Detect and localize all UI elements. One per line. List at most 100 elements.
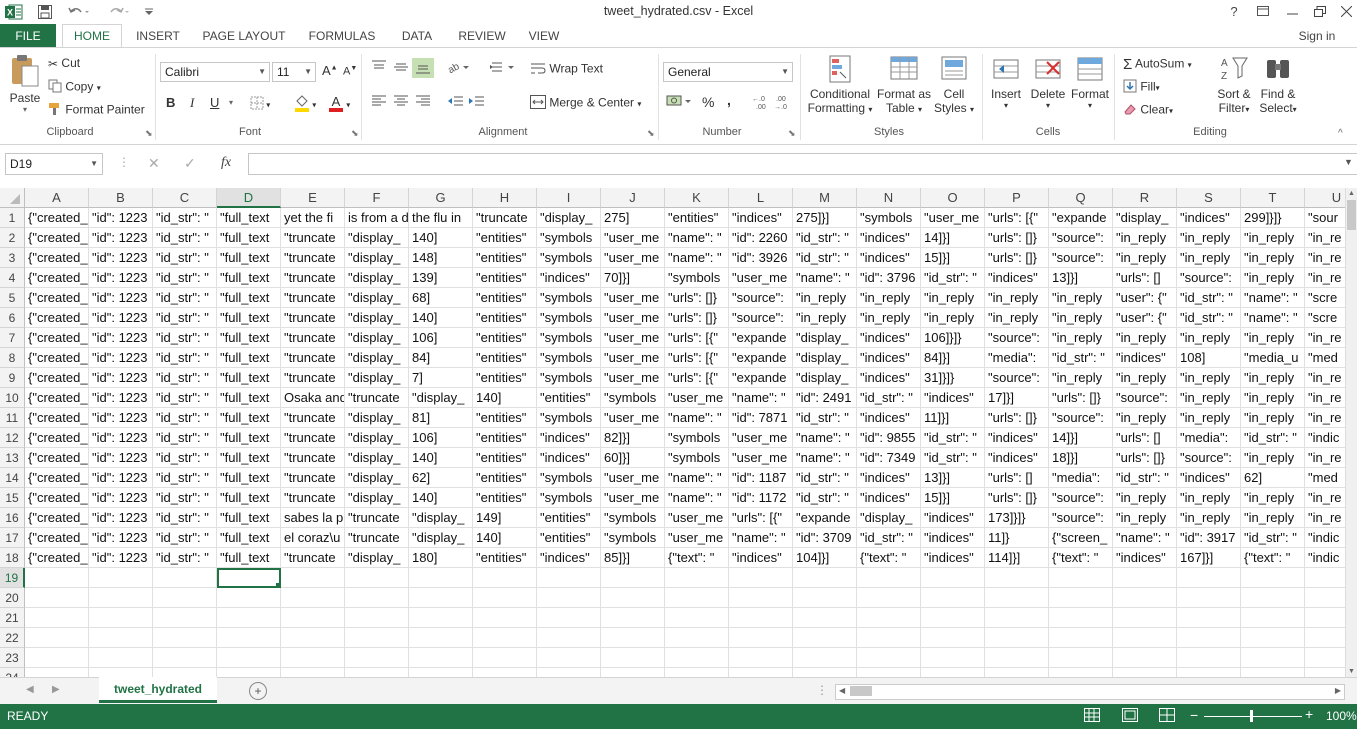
- cell-j12[interactable]: 82]}]: [601, 428, 665, 448]
- cell-n20[interactable]: [857, 588, 921, 608]
- column-header-r[interactable]: R: [1113, 188, 1177, 208]
- cell-l14[interactable]: "id": 1187: [729, 468, 793, 488]
- cell-n4[interactable]: "id": 3796: [857, 268, 921, 288]
- cell-g7[interactable]: 106]: [409, 328, 473, 348]
- cell-r12[interactable]: "urls": []: [1113, 428, 1177, 448]
- cell-j5[interactable]: "user_me: [601, 288, 665, 308]
- cell-r22[interactable]: [1113, 628, 1177, 648]
- column-header-m[interactable]: M: [793, 188, 857, 208]
- cell-o10[interactable]: "indices": [921, 388, 985, 408]
- cell-t24[interactable]: [1241, 668, 1305, 677]
- cell-m16[interactable]: "expande: [793, 508, 857, 528]
- cell-a2[interactable]: {"created_: [25, 228, 89, 248]
- cell-j8[interactable]: "user_me: [601, 348, 665, 368]
- cell-c22[interactable]: [153, 628, 217, 648]
- column-header-k[interactable]: K: [665, 188, 729, 208]
- cell-o20[interactable]: [921, 588, 985, 608]
- cell-d10[interactable]: "full_text: [217, 388, 281, 408]
- cell-p23[interactable]: [985, 648, 1049, 668]
- cell-u11[interactable]: "in_re: [1305, 408, 1345, 428]
- cell-c1[interactable]: "id_str": ": [153, 208, 217, 228]
- cell-m13[interactable]: "name": ": [793, 448, 857, 468]
- cell-j22[interactable]: [601, 628, 665, 648]
- cell-q13[interactable]: 18]}]: [1049, 448, 1113, 468]
- cell-m12[interactable]: "name": ": [793, 428, 857, 448]
- column-header-j[interactable]: J: [601, 188, 665, 208]
- cell-o4[interactable]: "id_str": ": [921, 268, 985, 288]
- cell-i14[interactable]: "symbols: [537, 468, 601, 488]
- cell-s19[interactable]: [1177, 568, 1241, 588]
- cell-n10[interactable]: "id_str": ": [857, 388, 921, 408]
- increase-indent-icon[interactable]: [467, 94, 485, 111]
- cell-k1[interactable]: "entities": [665, 208, 729, 228]
- cell-j15[interactable]: "user_me: [601, 488, 665, 508]
- cell-u22[interactable]: [1305, 628, 1345, 648]
- cell-m1[interactable]: 275]}]: [793, 208, 857, 228]
- cell-e24[interactable]: [281, 668, 345, 677]
- cell-c9[interactable]: "id_str": ": [153, 368, 217, 388]
- cell-h23[interactable]: [473, 648, 537, 668]
- cell-n16[interactable]: "display_: [857, 508, 921, 528]
- cell-s13[interactable]: "source":: [1177, 448, 1241, 468]
- cell-i23[interactable]: [537, 648, 601, 668]
- cell-k3[interactable]: "name": ": [665, 248, 729, 268]
- cell-f20[interactable]: [345, 588, 409, 608]
- insert-cells-button[interactable]: Insert ▾: [986, 54, 1026, 110]
- cell-a8[interactable]: {"created_: [25, 348, 89, 368]
- fill-color-button[interactable]: ▾: [294, 94, 316, 115]
- cell-p22[interactable]: [985, 628, 1049, 648]
- cell-k11[interactable]: "name": ": [665, 408, 729, 428]
- cell-g22[interactable]: [409, 628, 473, 648]
- alignment-launcher-icon[interactable]: ⬊: [647, 128, 655, 139]
- cell-m23[interactable]: [793, 648, 857, 668]
- next-sheet-icon[interactable]: ▶: [52, 684, 60, 695]
- cell-f7[interactable]: "display_: [345, 328, 409, 348]
- cell-a13[interactable]: {"created_: [25, 448, 89, 468]
- cell-e19[interactable]: [281, 568, 345, 588]
- cell-m5[interactable]: "in_reply: [793, 288, 857, 308]
- cell-l7[interactable]: "expande: [729, 328, 793, 348]
- cell-a22[interactable]: [25, 628, 89, 648]
- cell-a19[interactable]: [25, 568, 89, 588]
- cell-q22[interactable]: [1049, 628, 1113, 648]
- cell-j16[interactable]: "symbols: [601, 508, 665, 528]
- number-launcher-icon[interactable]: ⬊: [788, 128, 796, 139]
- cell-j2[interactable]: "user_me: [601, 228, 665, 248]
- autosum-button[interactable]: Σ AutoSum ▾: [1123, 56, 1192, 73]
- cell-o15[interactable]: 15]}]: [921, 488, 985, 508]
- cell-d1[interactable]: "full_text: [217, 208, 281, 228]
- cell-c5[interactable]: "id_str": ": [153, 288, 217, 308]
- row-header-13[interactable]: 13: [0, 448, 25, 468]
- cell-f18[interactable]: "display_: [345, 548, 409, 568]
- tab-split-handle[interactable]: ⋮: [816, 683, 828, 697]
- cell-d23[interactable]: [217, 648, 281, 668]
- cell-u19[interactable]: [1305, 568, 1345, 588]
- cell-e11[interactable]: "truncate: [281, 408, 345, 428]
- cell-i3[interactable]: "symbols: [537, 248, 601, 268]
- cell-a16[interactable]: {"created_: [25, 508, 89, 528]
- cell-f16[interactable]: "truncate: [345, 508, 409, 528]
- cell-r20[interactable]: [1113, 588, 1177, 608]
- tab-review[interactable]: REVIEW: [452, 24, 512, 48]
- cell-s7[interactable]: "in_reply: [1177, 328, 1241, 348]
- cell-d22[interactable]: [217, 628, 281, 648]
- cell-o6[interactable]: "in_reply: [921, 308, 985, 328]
- borders-button[interactable]: ▾: [250, 96, 270, 113]
- cell-c18[interactable]: "id_str": ": [153, 548, 217, 568]
- cell-t10[interactable]: "in_reply: [1241, 388, 1305, 408]
- cell-e7[interactable]: "truncate: [281, 328, 345, 348]
- cell-e16[interactable]: sabes la p: [281, 508, 345, 528]
- cell-o13[interactable]: "id_str": ": [921, 448, 985, 468]
- cell-e13[interactable]: "truncate: [281, 448, 345, 468]
- cell-m21[interactable]: [793, 608, 857, 628]
- cell-f21[interactable]: [345, 608, 409, 628]
- cell-p10[interactable]: 17]}]: [985, 388, 1049, 408]
- cell-p20[interactable]: [985, 588, 1049, 608]
- cell-g12[interactable]: 106]: [409, 428, 473, 448]
- cell-g11[interactable]: 81]: [409, 408, 473, 428]
- cell-e5[interactable]: "truncate: [281, 288, 345, 308]
- cell-l21[interactable]: [729, 608, 793, 628]
- cell-h9[interactable]: "entities": [473, 368, 537, 388]
- fill-button[interactable]: Fill▾: [1123, 79, 1160, 96]
- row-header-18[interactable]: 18: [0, 548, 25, 568]
